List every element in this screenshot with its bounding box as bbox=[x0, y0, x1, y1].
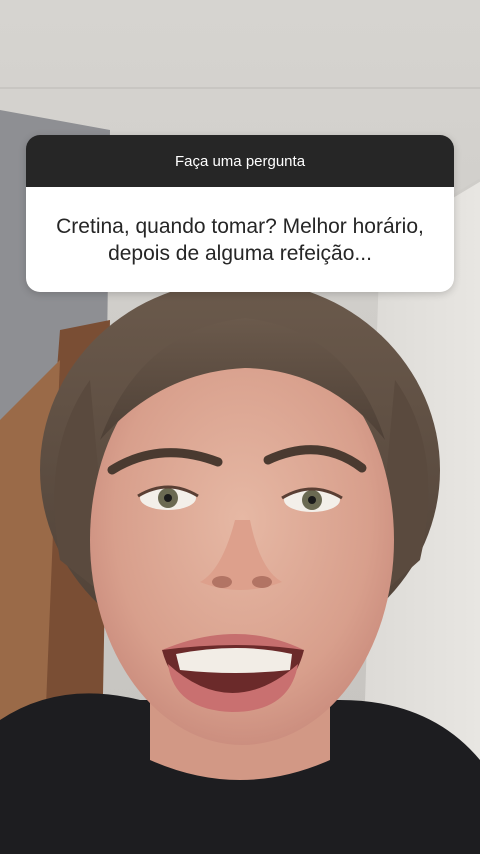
question-sticker-header: Faça uma pergunta bbox=[26, 135, 454, 187]
question-sticker-header-label: Faça uma pergunta bbox=[174, 152, 306, 170]
question-sticker[interactable]: Faça uma pergunta Cretina, quando tomar?… bbox=[26, 135, 454, 292]
story-video-frame bbox=[0, 0, 480, 854]
question-sticker-body: Cretina, quando tomar? Melhor horário, d… bbox=[26, 187, 454, 292]
question-sticker-text: Cretina, quando tomar? Melhor horário, d… bbox=[56, 214, 424, 265]
